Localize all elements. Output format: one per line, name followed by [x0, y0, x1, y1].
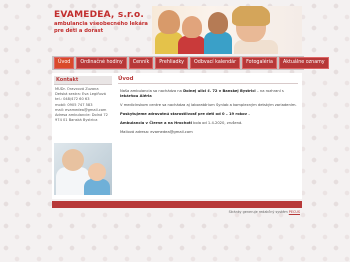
notice-bold: Ambulancia v Čierne a na Hrochoti: [120, 121, 192, 125]
footer-bar: [52, 201, 302, 208]
nav-item-cennik[interactable]: Cenník: [128, 57, 154, 69]
footer-credit: Stránky generuje redakčný systém PECUS: [52, 210, 300, 214]
main-content: Úvod Naša ambulancia sa nachádza na Doln…: [118, 76, 298, 139]
intro-text-c: – na rozhraní s: [255, 89, 284, 93]
brand[interactable]: EVAMEDEA, s.r.o. ambulancia všeobecného …: [54, 10, 154, 35]
header: EVAMEDEA, s.r.o. ambulancia všeobecného …: [52, 6, 302, 56]
content-area: Kontakt MUDr. Oravcová Zuzana Detská ses…: [52, 73, 302, 199]
page: EVAMEDEA, s.r.o. ambulancia všeobecného …: [52, 0, 329, 262]
nav-item-ordinacne-hodiny[interactable]: Ordinačné hodiny: [76, 57, 127, 69]
intro-text-a: Naša ambulancia sa nachádza na: [120, 89, 184, 93]
nav-item-prehliadky[interactable]: Prehliadky: [155, 57, 189, 69]
email-paragraph: Mailová adresa: evamedea@gmail.com: [120, 130, 193, 134]
brand-name: EVAMEDEA, s.r.o.: [54, 10, 145, 20]
contact-city: 974 01 Banská Bystrica: [55, 118, 98, 123]
brand-subtitle-1: ambulancia všeobecného lekára: [54, 21, 148, 27]
main-nav: Úvod Ordinačné hodiny Cenník Prehliadky …: [52, 56, 329, 70]
intro-address: Dolnej ulici č. 72 v Banskej Bystrici: [183, 89, 256, 93]
notice-text: bola od 1.4.2020, zrušená.: [191, 121, 243, 125]
nav-item-kalendar[interactable]: Odbvací kalendár: [190, 57, 241, 69]
intro-pharmacy: lekárňou Aléria: [120, 94, 152, 98]
brand-subtitle-2: pre deti a dorast: [54, 28, 104, 35]
footer-link-pecus[interactable]: PECUS: [289, 210, 300, 214]
contact-title: Kontakt: [54, 76, 112, 85]
intro-paragraph: Naša ambulancia sa nachádza na Dolnej ul…: [118, 89, 298, 99]
contact-sidebar: Kontakt MUDr. Oravcová Zuzana Detská ses…: [54, 76, 112, 123]
notice-paragraph: Ambulancia v Čierne a na Hrochoti bola o…: [118, 121, 298, 126]
nav-item-oznamy[interactable]: Aktuálne oznamy: [278, 57, 329, 69]
nav-item-fotogaleria[interactable]: Fotogaléria: [242, 57, 277, 69]
age-paragraph: Poskytujeme zdravotnú starostlivosť pre …: [118, 112, 298, 117]
doctor-photo: [54, 143, 112, 195]
lab-paragraph: V medicínskom centre sa nachádza aj labo…: [120, 103, 297, 107]
nav-item-uvod[interactable]: Úvod: [54, 57, 75, 69]
footer-text: Stránky generuje redakčný systém: [228, 210, 289, 214]
page-title: Úvod: [118, 76, 298, 84]
age-text: Poskytujeme zdravotnú starostlivosť pre …: [120, 112, 250, 116]
header-photo-children: [152, 6, 302, 54]
